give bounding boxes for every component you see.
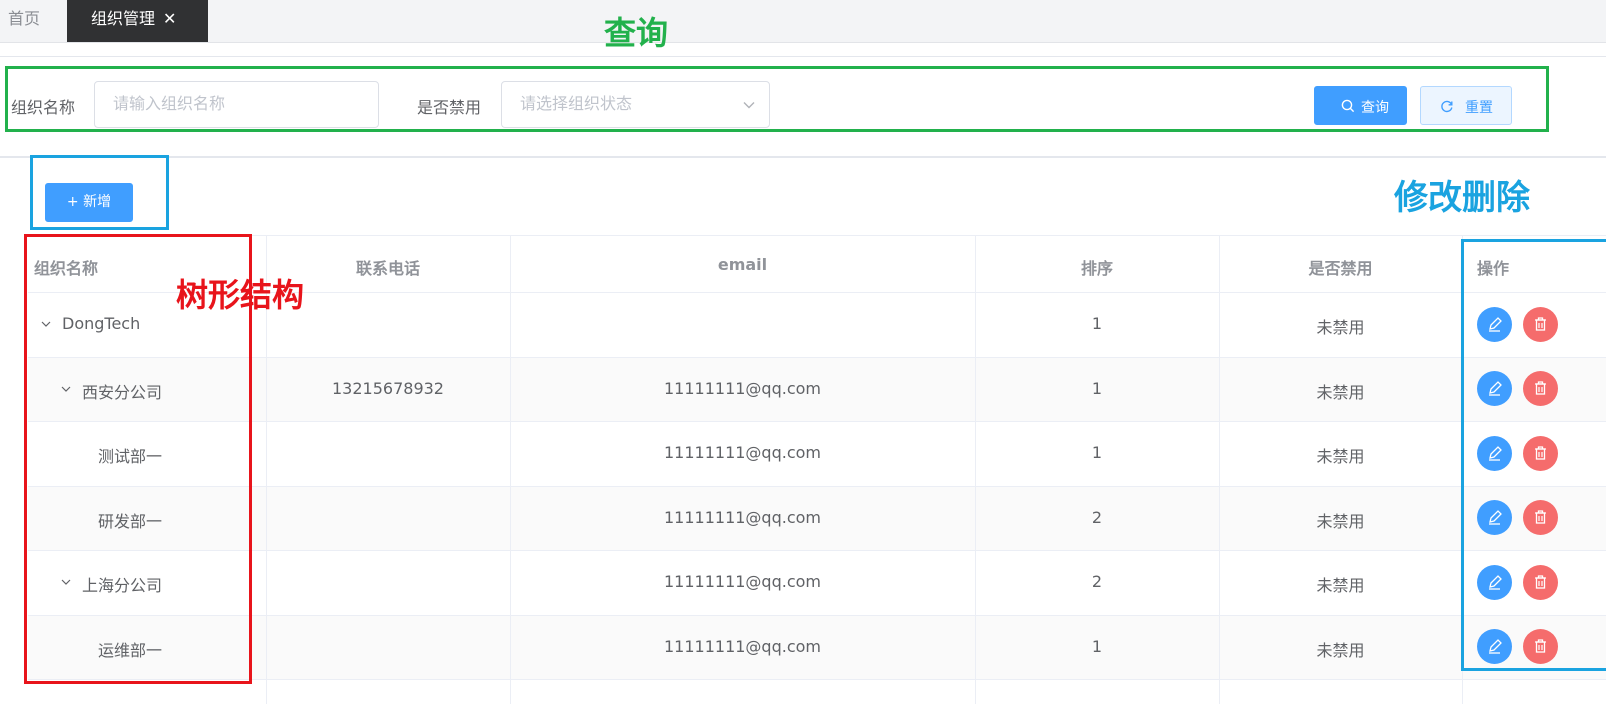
org-email: 11111111@qq.com xyxy=(663,508,821,527)
org-phone: 13215678932 xyxy=(332,379,444,398)
annotation-add-box xyxy=(30,155,169,230)
org-email: 11111111@qq.com xyxy=(663,572,821,591)
table-row: 西安分公司 13215678932 11111111@qq.com 1 未禁用 xyxy=(28,357,1606,421)
org-email: 11111111@qq.com xyxy=(663,379,821,398)
org-sort: 1 xyxy=(1091,443,1103,462)
org-status: 未禁用 xyxy=(1316,383,1365,402)
tab-bar xyxy=(0,0,1606,43)
org-sort: 1 xyxy=(1091,637,1103,656)
annotation-actions-box xyxy=(1461,239,1606,671)
column-header-email: email xyxy=(717,255,768,274)
annotation-query-box xyxy=(5,66,1549,132)
annotation-query-label: 查询 xyxy=(604,14,669,52)
search-panel-top-border xyxy=(0,56,1606,57)
tab-label: 组织管理 xyxy=(91,9,156,28)
org-sort: 2 xyxy=(1091,508,1103,527)
column-header-status: 是否禁用 xyxy=(1308,259,1373,278)
org-sort: 2 xyxy=(1091,572,1103,591)
table-top-border xyxy=(28,235,1606,236)
org-status: 未禁用 xyxy=(1316,318,1365,337)
annotation-tree-label: 树形结构 xyxy=(176,276,305,314)
annotation-edit-delete-label: 修改删除 xyxy=(1394,178,1530,218)
column-header-sort: 排序 xyxy=(1080,259,1113,278)
table-row: 研发部一 11111111@qq.com 2 未禁用 xyxy=(28,486,1606,550)
org-status: 未禁用 xyxy=(1316,576,1365,595)
org-sort: 1 xyxy=(1091,314,1103,333)
org-status: 未禁用 xyxy=(1316,641,1365,660)
org-email: 11111111@qq.com xyxy=(663,443,821,462)
org-status: 未禁用 xyxy=(1316,512,1365,531)
tab-org-management[interactable]: 组织管理 ✕ xyxy=(67,0,208,42)
tab-close-icon[interactable]: ✕ xyxy=(163,9,176,28)
org-status: 未禁用 xyxy=(1316,447,1365,466)
search-panel-bottom-border xyxy=(0,156,1606,158)
row-border xyxy=(28,679,1606,680)
org-email: 11111111@qq.com xyxy=(663,637,821,656)
table-row: 上海分公司 11111111@qq.com 2 未禁用 xyxy=(28,550,1606,615)
org-sort: 1 xyxy=(1091,379,1103,398)
table-row: 测试部一 11111111@qq.com 1 未禁用 xyxy=(28,421,1606,486)
tab-home[interactable]: 首页 xyxy=(8,0,40,42)
table-row: 运维部一 11111111@qq.com 1 未禁用 xyxy=(28,615,1606,679)
